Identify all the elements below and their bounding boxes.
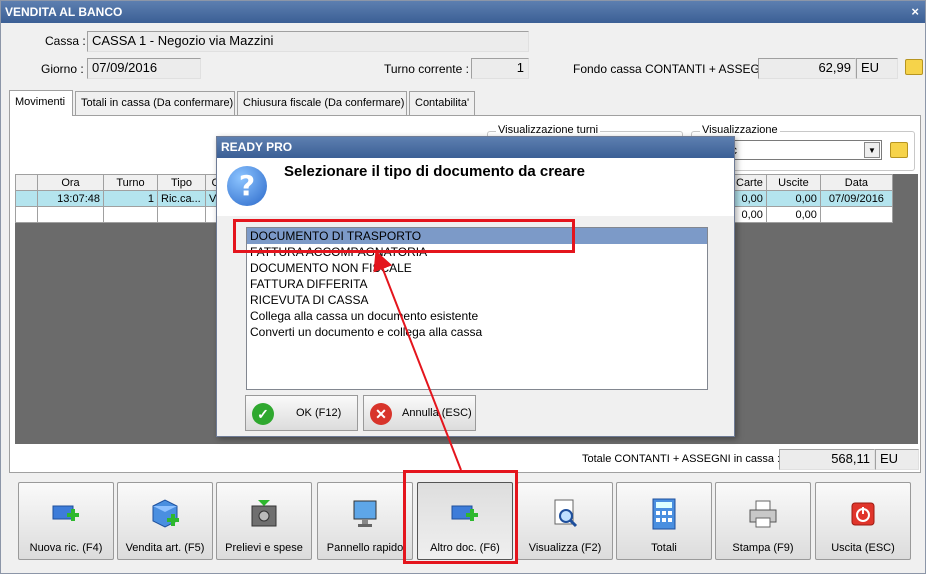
highlight-altro-doc	[403, 470, 518, 564]
highlight-selected-option	[233, 219, 575, 253]
